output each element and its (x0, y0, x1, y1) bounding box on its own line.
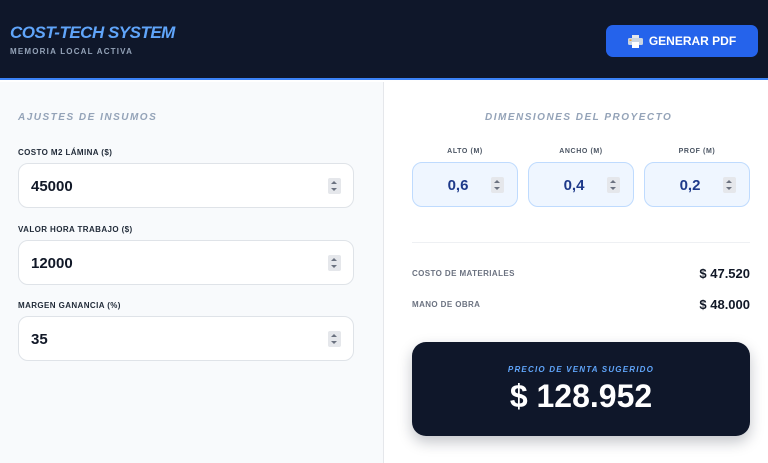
height-label: ALTO (M) (447, 148, 483, 155)
depth-value: 0,2 (679, 177, 701, 194)
suggested-price-label: PRECIO DE VENTA SUGERIDO (507, 365, 655, 374)
suggested-price-card: PRECIO DE VENTA SUGERIDO $ 128.952 (412, 342, 750, 436)
materials-cost-value: $ 47.520 (699, 266, 750, 281)
width-stepper[interactable] (607, 177, 620, 193)
width-input[interactable]: 0,4 (528, 162, 634, 207)
materials-cost-label: COSTO DE MATERIALES (412, 269, 515, 278)
depth-input[interactable]: 0,2 (644, 162, 750, 207)
dimensions-section-title: DIMENSIONES DEL PROYECTO (485, 112, 673, 123)
profit-margin-label: MARGEN GANANCIA (%) (18, 301, 121, 310)
depth-label: PROF (M) (678, 148, 716, 155)
labor-cost-label: MANO DE OBRA (412, 300, 481, 309)
width-label: ANCHO (M) (559, 148, 603, 155)
height-input[interactable]: 0,6 (412, 162, 518, 207)
profit-margin-input[interactable]: 35 (18, 316, 354, 361)
sheet-cost-label: COSTO M2 LÁMINA ($) (18, 148, 113, 157)
printer-icon (627, 34, 643, 48)
supplies-section-title: AJUSTES DE INSUMOS (18, 112, 158, 123)
hourly-rate-value: 12000 (31, 255, 73, 272)
hourly-rate-input[interactable]: 12000 (18, 240, 354, 285)
width-value: 0,4 (563, 177, 585, 194)
profit-margin-stepper[interactable] (328, 331, 341, 347)
hourly-rate-label: VALOR HORA TRABAJO ($) (18, 225, 133, 234)
suggested-price-value: $ 128.952 (509, 378, 653, 414)
height-stepper[interactable] (491, 177, 504, 193)
height-value: 0,6 (447, 177, 469, 194)
storage-status: MEMORIA LOCAL ACTIVA (10, 47, 134, 56)
hourly-rate-stepper[interactable] (328, 255, 341, 271)
section-divider (412, 242, 750, 243)
sheet-cost-stepper[interactable] (328, 178, 341, 194)
profit-margin-value: 35 (31, 331, 48, 348)
generate-pdf-label: GENERAR PDF (648, 34, 737, 48)
labor-cost-value: $ 48.000 (699, 297, 750, 312)
sheet-cost-value: 45000 (31, 178, 73, 195)
generate-pdf-button[interactable]: GENERAR PDF (606, 25, 758, 57)
app-title: COST-TECH SYSTEM (10, 23, 175, 42)
app-header: COST-TECH SYSTEM MEMORIA LOCAL ACTIVA GE… (0, 0, 768, 80)
sheet-cost-input[interactable]: 45000 (18, 163, 354, 208)
depth-stepper[interactable] (723, 177, 736, 193)
